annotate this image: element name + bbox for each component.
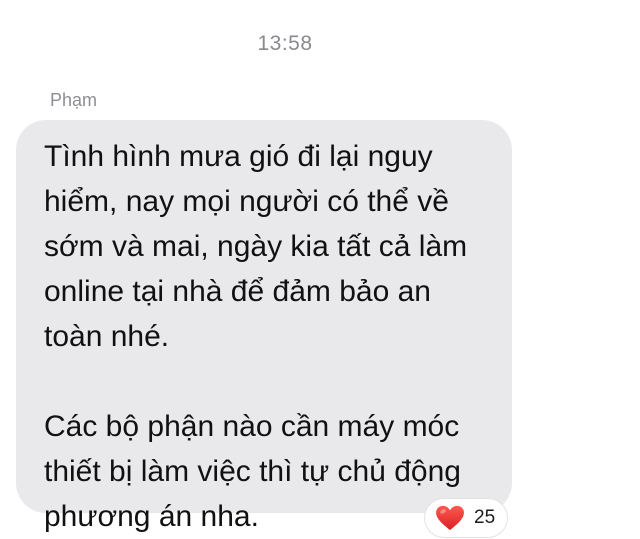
message-paragraph-1: Tình hình mưa gió đi lại nguy hiểm, nay …	[44, 140, 468, 353]
message-timestamp: 13:58	[257, 32, 313, 55]
message-bubble[interactable]: Tình hình mưa gió đi lại nguy hiểm, nay …	[16, 120, 512, 533]
reaction-badge[interactable]: 25	[424, 498, 508, 538]
sender-name: Phạm	[50, 90, 98, 110]
heart-icon	[436, 505, 464, 531]
reaction-count: 25	[474, 507, 496, 528]
